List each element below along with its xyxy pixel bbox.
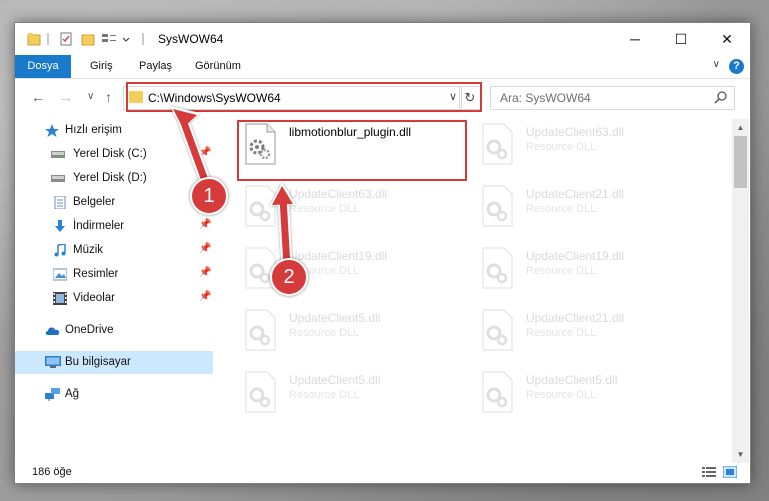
step-1-badge: 1 — [190, 177, 228, 215]
annotation-arrows — [170, 106, 296, 272]
step-2-badge: 2 — [270, 258, 308, 296]
